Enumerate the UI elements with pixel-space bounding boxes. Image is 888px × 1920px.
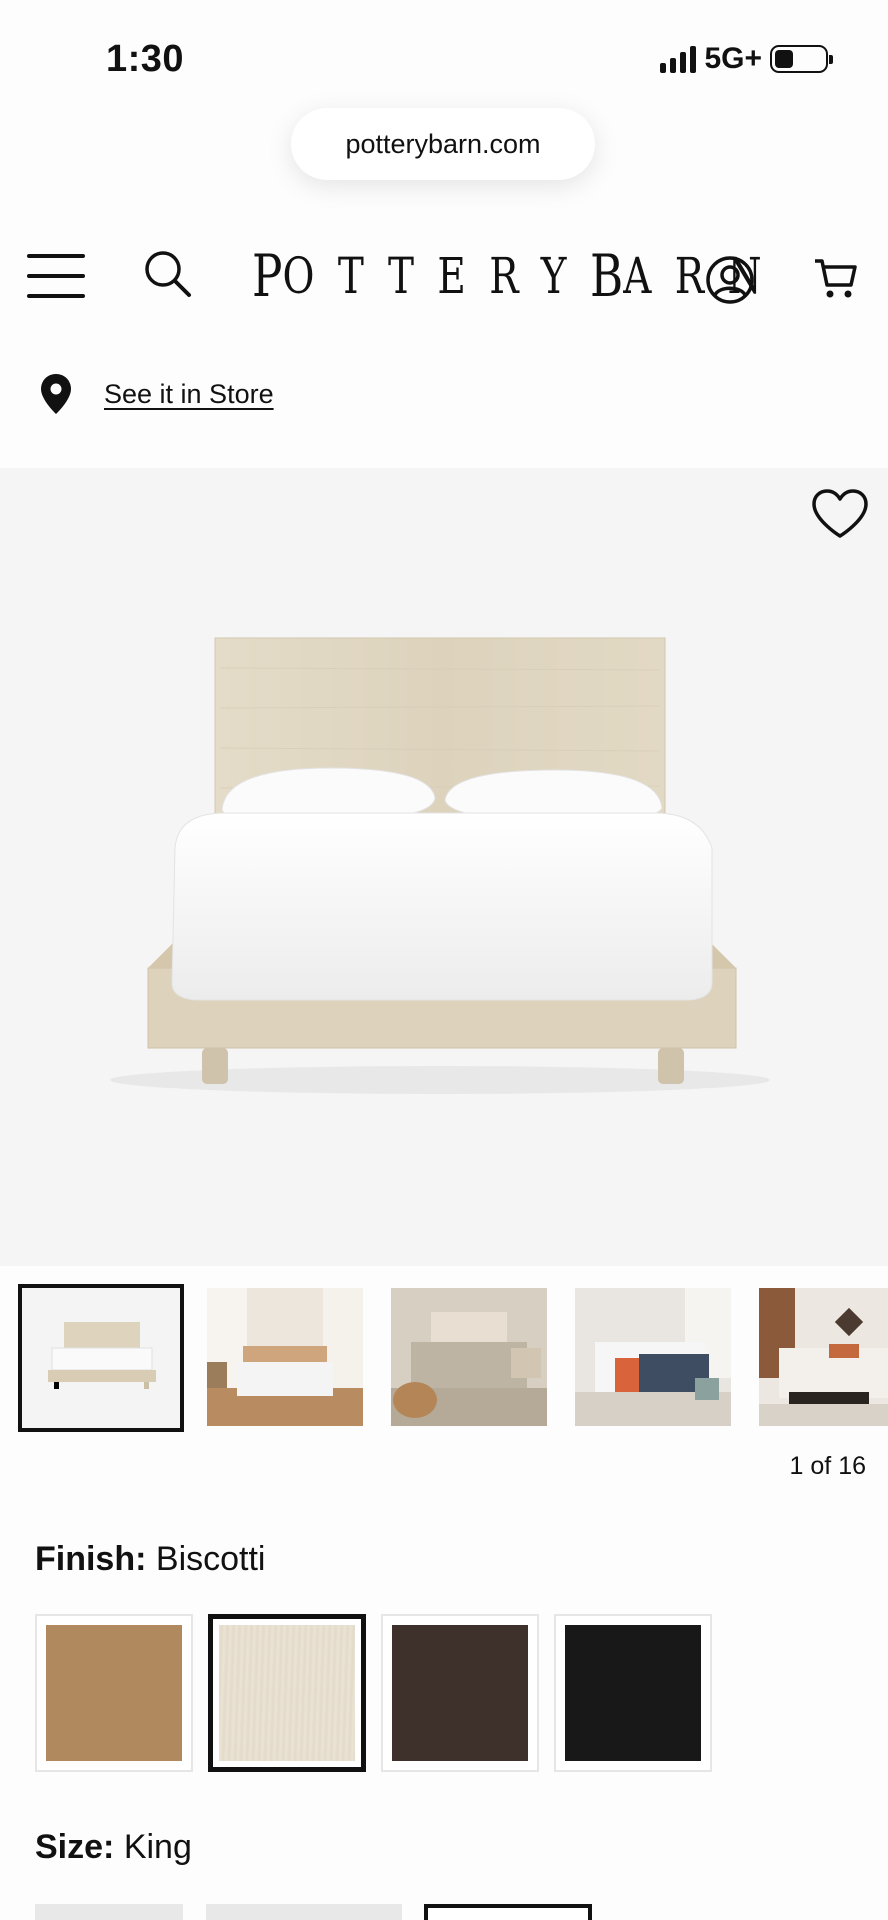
network-label: 5G+ (704, 42, 762, 75)
image-thumbnails (18, 1284, 888, 1434)
thumbnail[interactable] (575, 1288, 731, 1426)
account-button[interactable] (704, 254, 756, 306)
logo-letter: P (252, 242, 283, 310)
store-locator: See it in Store (38, 372, 274, 416)
size-option[interactable] (35, 1904, 183, 1920)
search-icon (145, 251, 191, 297)
hamburger-icon-line (27, 294, 85, 298)
finish-swatch-selected[interactable] (208, 1614, 366, 1772)
swatch-chip (46, 1625, 182, 1761)
menu-button[interactable] (26, 254, 86, 298)
account-icon (706, 256, 754, 304)
see-in-store-link[interactable]: See it in Store (104, 379, 274, 410)
battery-icon (770, 45, 833, 73)
image-counter: 1 of 16 (789, 1452, 866, 1480)
thumbnail-room-image (575, 1288, 731, 1426)
finish-label: Finish: (35, 1540, 147, 1578)
url-bar[interactable]: potterybarn.com (291, 108, 595, 180)
size-label: Size: (35, 1828, 115, 1866)
size-heading: Size: King (35, 1828, 192, 1867)
thumbnail-bed-image (22, 1288, 180, 1428)
product-hero-image[interactable] (0, 468, 888, 1266)
size-value: King (123, 1828, 192, 1866)
finish-swatch[interactable] (35, 1614, 193, 1772)
heart-icon (812, 489, 868, 538)
finish-value: Biscotti (155, 1540, 266, 1578)
finish-heading: Finish: Biscotti (35, 1540, 265, 1579)
logo-text: OTTERY (282, 247, 590, 305)
brand-logo[interactable]: P OTTERY B ARN (252, 242, 762, 310)
thumbnail-room-image (759, 1288, 888, 1426)
favorite-button[interactable] (810, 486, 870, 542)
logo-letter: B (589, 242, 624, 310)
signal-icon (660, 45, 697, 73)
status-indicators: 5G+ (660, 42, 833, 76)
hamburger-icon-line (27, 254, 85, 258)
thumbnail[interactable] (18, 1284, 184, 1432)
site-header: P OTTERY B ARN (0, 240, 888, 320)
size-options (0, 1904, 888, 1920)
hamburger-icon-line (27, 274, 85, 278)
status-time: 1:30 (106, 38, 185, 80)
thumbnail[interactable] (391, 1288, 547, 1426)
size-option[interactable] (206, 1904, 402, 1920)
status-bar: 1:30 5G+ (0, 0, 888, 110)
location-pin-icon (41, 374, 71, 414)
swatch-chip (565, 1625, 701, 1761)
thumbnail[interactable] (759, 1288, 888, 1426)
swatch-chip (392, 1625, 528, 1761)
thumbnail[interactable] (207, 1288, 363, 1426)
search-button[interactable] (140, 246, 196, 302)
cart-icon (815, 259, 857, 298)
cart-button[interactable] (812, 254, 860, 302)
finish-swatch[interactable] (554, 1614, 712, 1772)
bed-image (110, 637, 770, 1094)
finish-swatch[interactable] (381, 1614, 539, 1772)
thumbnail-room-image (391, 1288, 547, 1426)
thumbnail-room-image (207, 1288, 363, 1426)
swatch-chip (219, 1625, 355, 1761)
size-option-selected[interactable] (424, 1904, 592, 1920)
